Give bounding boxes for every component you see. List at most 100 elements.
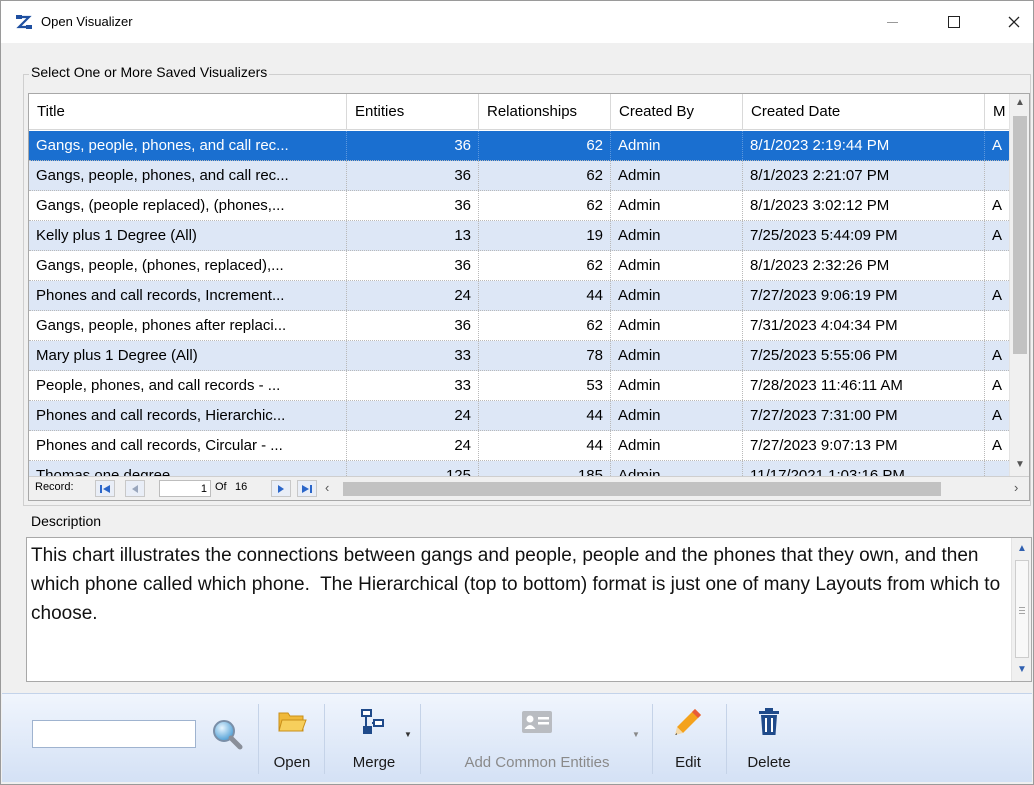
table-row[interactable]: Gangs, (people replaced), (phones,... 36 6… xyxy=(29,191,1009,221)
cell-created-by: Admin xyxy=(611,311,743,340)
table-row[interactable]: Gangs, people, phones after replaci... 36… xyxy=(29,311,1009,341)
scroll-down-icon[interactable]: ▼ xyxy=(1010,456,1029,474)
cell-modified: A xyxy=(992,197,1003,214)
close-button[interactable] xyxy=(991,1,1034,43)
cell-created-by: Admin xyxy=(611,131,743,160)
cell-title: Gangs, people, (phones, replaced),... xyxy=(29,251,347,280)
edit-button[interactable]: Edit xyxy=(664,700,712,780)
last-record-icon xyxy=(302,484,312,493)
contact-card-icon xyxy=(522,711,552,733)
visualizer-app-icon xyxy=(16,15,32,29)
next-record-button[interactable] xyxy=(271,480,291,497)
open-button[interactable]: Open xyxy=(267,700,317,780)
grid-vertical-scrollbar[interactable]: ▲ ▼ xyxy=(1009,94,1029,476)
table-row[interactable]: People, phones, and call records - ... 33… xyxy=(29,371,1009,401)
grid-header: Title Entities Relationships Created By … xyxy=(29,94,1009,130)
minimize-button[interactable] xyxy=(869,1,915,43)
column-header-relationships[interactable]: Relationships xyxy=(479,94,611,130)
cell-created-by: Admin xyxy=(611,431,743,460)
table-row[interactable]: Phones and call records, Increment... 24 4… xyxy=(29,281,1009,311)
cell-title: Phones and call records, Increment... xyxy=(29,281,347,310)
cell-entities: 36 xyxy=(347,311,479,340)
group-label: Select One or More Saved Visualizers xyxy=(29,64,270,80)
cell-created-by: Admin xyxy=(611,341,743,370)
horizontal-scrollbar-thumb[interactable] xyxy=(343,482,941,496)
cell-created-date: 7/31/2023 4:04:34 PM xyxy=(743,311,985,340)
table-row[interactable]: Gangs, people, phones, and call rec... 36… xyxy=(29,161,1009,191)
scrollbar-thumb[interactable] xyxy=(1013,116,1027,354)
cell-entities: 24 xyxy=(347,281,479,310)
cell-title: Gangs, people, phones after replaci... xyxy=(29,311,347,340)
cell-title: Kelly plus 1 Degree (All) xyxy=(29,221,347,250)
previous-record-button[interactable] xyxy=(125,480,145,497)
record-number-input[interactable] xyxy=(159,480,211,497)
cell-relationships: 62 xyxy=(479,131,611,160)
description-label: Description xyxy=(31,513,102,529)
description-scroll-up-icon[interactable]: ▲ xyxy=(1012,540,1032,558)
table-row[interactable]: Gangs, people, phones, and call rec... 36… xyxy=(29,131,1009,161)
cell-created-date: 7/27/2023 7:31:00 PM xyxy=(743,401,985,430)
search-input[interactable] xyxy=(32,720,196,748)
cell-created-by: Admin xyxy=(611,401,743,430)
cell-created-by: Admin xyxy=(611,161,743,190)
visualizers-grid[interactable]: Title Entities Relationships Created By … xyxy=(28,93,1030,501)
first-record-icon xyxy=(100,484,110,493)
description-textarea[interactable]: This chart illustrates the connections b… xyxy=(26,537,1032,682)
next-record-icon xyxy=(278,484,284,493)
scroll-up-icon[interactable]: ▲ xyxy=(1010,94,1029,112)
cell-relationships: 44 xyxy=(479,281,611,310)
first-record-button[interactable] xyxy=(95,480,115,497)
cell-relationships: 53 xyxy=(479,371,611,400)
scroll-left-icon[interactable]: ‹ xyxy=(325,480,329,495)
record-of-label: Of xyxy=(215,481,227,493)
bottom-toolbar: Open Merge ▼ Add Common Entities ▼ Edit … xyxy=(2,693,1032,782)
maximize-button[interactable] xyxy=(931,1,977,43)
record-total: 16 xyxy=(235,481,248,493)
merge-dropdown-icon[interactable]: ▼ xyxy=(404,730,412,739)
cell-entities: 36 xyxy=(347,131,479,160)
table-row[interactable]: Mary plus 1 Degree (All) 33 78 Admin 7/25/20… xyxy=(29,341,1009,371)
merge-button[interactable]: Merge ▼ xyxy=(334,700,414,780)
column-header-title[interactable]: Title xyxy=(29,94,347,130)
merge-icon xyxy=(361,709,384,734)
cell-title: Phones and call records, Hierarchic... xyxy=(29,401,347,430)
toolbar-separator xyxy=(652,704,653,774)
cell-entities: 24 xyxy=(347,431,479,460)
cell-modified: A xyxy=(992,137,1003,154)
description-scroll-down-icon[interactable]: ▼ xyxy=(1012,661,1032,679)
column-header-modified[interactable]: M xyxy=(985,94,1009,130)
cell-relationships: 62 xyxy=(479,251,611,280)
description-scroll-thumb[interactable] xyxy=(1015,560,1029,658)
cell-title: Mary plus 1 Degree (All) xyxy=(29,341,347,370)
table-row[interactable]: Phones and call records, Hierarchic... 24… xyxy=(29,401,1009,431)
last-record-button[interactable] xyxy=(297,480,317,497)
pencil-icon xyxy=(675,709,701,735)
table-row[interactable]: Kelly plus 1 Degree (All) 13 19 Admin 7/25/2… xyxy=(29,221,1009,251)
scroll-right-icon[interactable]: › xyxy=(1014,480,1018,495)
column-header-created-date[interactable]: Created Date xyxy=(743,94,985,130)
cell-created-date: 7/25/2023 5:55:06 PM xyxy=(743,341,985,370)
column-header-created-by[interactable]: Created By xyxy=(611,94,743,130)
cell-modified: A xyxy=(992,347,1003,364)
description-scrollbar[interactable]: ▲ ▼ xyxy=(1011,538,1031,681)
toolbar-separator xyxy=(726,704,727,774)
cell-created-date: 8/1/2023 2:21:07 PM xyxy=(743,161,985,190)
add-common-entities-button[interactable]: Add Common Entities ▼ xyxy=(442,700,640,780)
cell-created-date: 7/28/2023 11:46:11 AM xyxy=(743,371,985,400)
table-row[interactable]: Gangs, people, (phones, replaced),... 36 6… xyxy=(29,251,1009,281)
column-header-entities[interactable]: Entities xyxy=(347,94,479,130)
cell-created-date: 8/1/2023 3:02:12 PM xyxy=(743,191,985,220)
open-label: Open xyxy=(273,754,311,771)
cell-relationships: 44 xyxy=(479,401,611,430)
cell-relationships: 62 xyxy=(479,191,611,220)
add-common-dropdown-icon[interactable]: ▼ xyxy=(632,730,640,739)
record-navigator: Record: Of 16 ‹ › xyxy=(29,476,1029,500)
cell-modified: A xyxy=(992,437,1003,454)
cell-created-date: 7/27/2023 9:06:19 PM xyxy=(743,281,985,310)
record-label: Record: xyxy=(35,481,74,493)
table-row[interactable]: Phones and call records, Circular - ... 2… xyxy=(29,431,1009,461)
cell-entities: 36 xyxy=(347,161,479,190)
delete-button[interactable]: Delete xyxy=(736,700,802,780)
cell-title: Gangs, people, phones, and call rec... xyxy=(29,161,347,190)
search-icon[interactable] xyxy=(210,717,244,751)
